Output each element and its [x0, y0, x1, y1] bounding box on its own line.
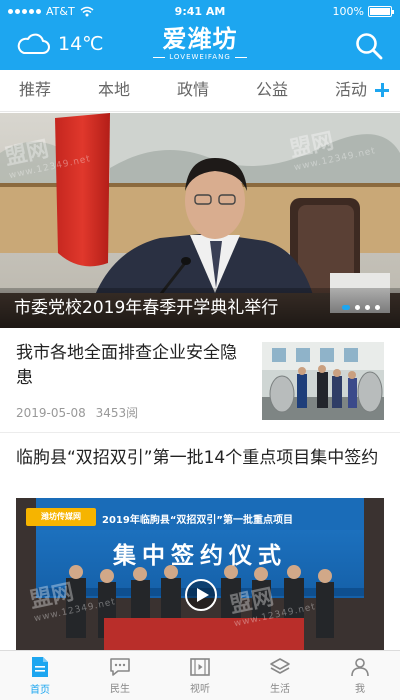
film-icon [190, 657, 210, 676]
news-list-item[interactable]: 临朐县“双招双引”第一批14个重点项目集中签约 潍坊传媒网 2019年临朐县“双… [0, 434, 400, 650]
app-header: 14℃ 爱潍坊 LOVEWEIFANG [0, 22, 400, 70]
nav-label: 视听 [190, 683, 210, 695]
tab-government[interactable]: 政情 [176, 70, 210, 112]
nav-label: 我 [355, 683, 365, 695]
bottom-navigation: 首页 民生 视听 生活 我 [0, 650, 400, 700]
battery-fill [370, 7, 390, 15]
nav-label: 首页 [30, 684, 50, 696]
hero-caption: 市委党校2019年春季开学典礼举行 [0, 288, 400, 328]
nav-audiovisual[interactable]: 视听 [160, 651, 240, 700]
add-tab-icon[interactable] [372, 80, 392, 100]
media-logo: 潍坊传媒网 [26, 508, 96, 526]
factory-inspection-image [262, 342, 384, 420]
carousel-indicator [342, 305, 380, 310]
play-button[interactable] [184, 578, 218, 612]
status-right: 100% [332, 4, 394, 18]
hero-carousel[interactable]: 盟网 www.12349.net 盟网 www.12349.net 市委党校20… [0, 113, 400, 328]
banner-text: 2019年临朐县“双招双引”第一批重点项目 [102, 515, 293, 526]
nav-life[interactable]: 生活 [240, 651, 320, 700]
carousel-dot[interactable] [355, 305, 360, 310]
signal-strength-icon [8, 8, 41, 14]
article-thumbnail [262, 342, 384, 420]
play-icon [185, 579, 217, 611]
carousel-dot[interactable] [375, 305, 380, 310]
nav-label: 民生 [110, 683, 130, 695]
cloud-icon [17, 33, 50, 54]
article-title: 我市各地全面排查企业安全隐患 [16, 343, 237, 388]
app-logo: 爱潍坊 LOVEWEIFANG [150, 24, 250, 62]
search-icon [356, 33, 383, 60]
carousel-dot[interactable] [342, 305, 350, 310]
nav-label: 生活 [270, 683, 290, 695]
search-button[interactable] [354, 31, 384, 61]
category-tabs: 推荐 本地 政情 公益 活动 [0, 70, 400, 112]
logo-text: 爱潍坊 [162, 24, 238, 53]
carousel-dot[interactable] [365, 305, 370, 310]
article-date: 2019-05-08 [16, 406, 86, 420]
tab-local[interactable]: 本地 [97, 70, 131, 112]
nav-home[interactable]: 首页 [0, 651, 80, 700]
tab-recommended[interactable]: 推荐 [18, 70, 52, 112]
person-icon [351, 657, 369, 676]
logo-subtext: LOVEWEIFANG [150, 53, 250, 61]
tab-events[interactable]: 活动 [334, 70, 368, 112]
battery-percent: 100% [332, 4, 364, 18]
news-list-item[interactable]: 我市各地全面排查企业安全隐患 2019-05-08 3453阅 [0, 328, 400, 433]
chat-bubble-icon [110, 657, 130, 676]
article-meta: 2019-05-08 3453阅 [16, 404, 144, 421]
weather-widget[interactable]: 14℃ [16, 32, 104, 56]
temperature: 14℃ [58, 33, 104, 55]
status-bar: AT&T 9:41 AM 100% [0, 0, 400, 22]
banner-headline: 集中签约仪式 [113, 543, 287, 569]
battery-icon [368, 5, 394, 17]
nav-me[interactable]: 我 [320, 651, 400, 700]
wifi-icon [80, 6, 94, 16]
carrier-label: AT&T [46, 4, 75, 18]
article-video-cover: 潍坊传媒网 2019年临朐县“双招双引”第一批重点项目 集中签约仪式 [16, 498, 384, 650]
layers-icon [270, 657, 290, 674]
tab-public-welfare[interactable]: 公益 [255, 70, 289, 112]
status-left: AT&T [8, 5, 94, 18]
home-doc-icon [32, 656, 48, 677]
nav-livelihood[interactable]: 民生 [80, 651, 160, 700]
article-title: 临朐县“双招双引”第一批14个重点项目集中签约 [16, 448, 379, 468]
article-views: 3453阅 [95, 406, 139, 420]
